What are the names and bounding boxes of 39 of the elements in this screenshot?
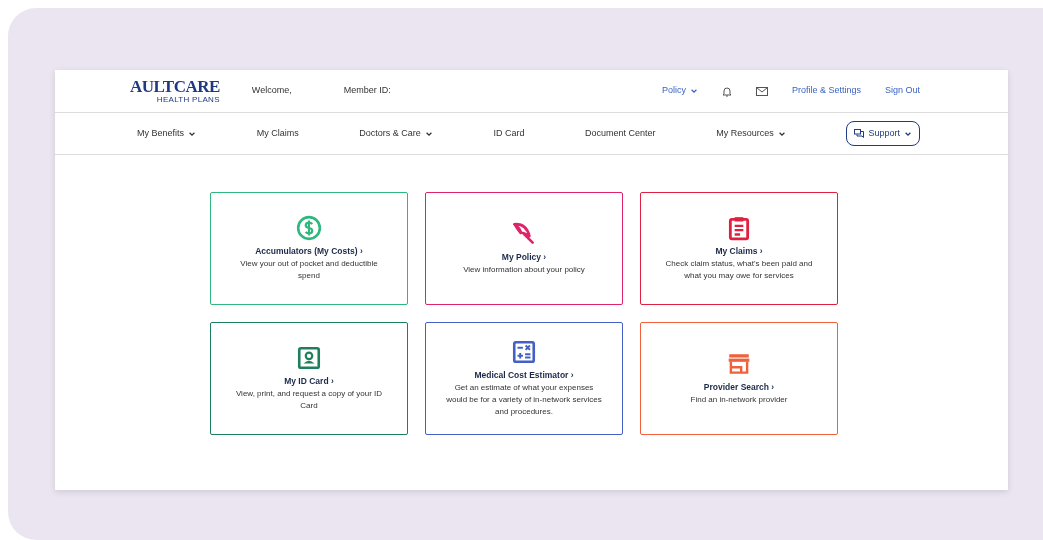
card-title: My Claims › (715, 245, 763, 258)
card-title: Medical Cost Estimator › (474, 369, 574, 382)
feature-card[interactable]: My Policy › View information about your policy (425, 192, 623, 305)
nav-item[interactable]: Doctors & Care (359, 126, 433, 141)
nav-item[interactable]: My Claims (256, 126, 299, 141)
feature-card[interactable]: My Claims › Check claim status, what's been paid and what you may owe for services (640, 192, 838, 305)
welcome-text: Welcome, (251, 84, 292, 98)
logo[interactable]: AULTCARE HEALTH PLANS (130, 78, 220, 104)
mail-icon (755, 86, 768, 96)
chat-icon (854, 129, 865, 138)
card-description: Find an in-network provider (690, 393, 788, 406)
feature-card[interactable]: Provider Search › Find an in-network provider (640, 322, 838, 435)
feature-card[interactable]: My ID Card › View, print, and request a copy of your ID Card (210, 322, 408, 435)
support-button[interactable]: Support (846, 120, 920, 147)
calculator-icon (511, 339, 537, 366)
header-link[interactable]: Profile & Settings (791, 84, 861, 98)
nav-item[interactable]: ID Card (493, 126, 525, 141)
nav-item[interactable]: Document Center (585, 126, 656, 141)
clipboard-icon (726, 215, 752, 242)
chevron-down-icon (689, 87, 698, 95)
nav-item[interactable]: My Benefits (137, 126, 197, 141)
card-title: Accumulators (My Costs) › (255, 245, 363, 258)
card-title: My ID Card › (284, 375, 334, 388)
id-card-icon (296, 345, 322, 372)
card-description: View, print, and request a copy of your ID Card (234, 387, 384, 412)
card-title: My Policy › (501, 251, 547, 264)
card-title: Provider Search › (703, 381, 775, 394)
bell-icon (721, 85, 732, 97)
policy-dropdown[interactable]: Policy (661, 84, 698, 98)
nav-item[interactable]: My Resources (716, 126, 786, 141)
feature-card[interactable]: Accumulators (My Costs) › View your out of pocket and deductible spend (210, 192, 408, 305)
feature-card[interactable]: Medical Cost Estimator › Get an estimate of what your expenses would be for a variety of in-network services and procedures. (425, 322, 623, 435)
card-description: View your out of pocket and deductible spend (239, 257, 379, 282)
card-description: View information about your policy (463, 263, 585, 276)
card-description: Get an estimate of what your expenses would be for a variety of in-network services and procedures. (445, 381, 603, 418)
member-id-label: Member ID: (343, 84, 391, 98)
card-description: Check claim status, what's been paid and what you may owe for services (664, 257, 814, 282)
dollar-circle-icon (296, 215, 322, 242)
header-link[interactable]: Sign Out (884, 84, 920, 98)
